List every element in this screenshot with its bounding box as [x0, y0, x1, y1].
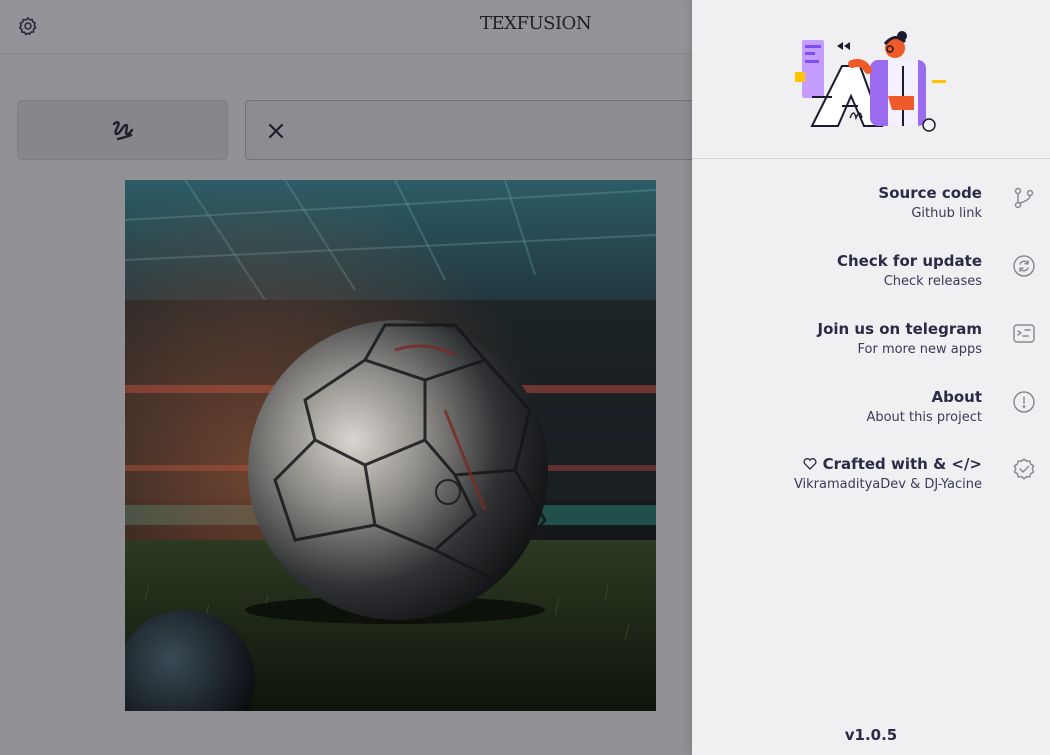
- side-drawer: Source code Github link Check for update…: [692, 0, 1050, 755]
- refresh-icon: [1012, 254, 1036, 278]
- generated-image: [125, 180, 656, 711]
- check-update-link[interactable]: Check for update Check releases: [692, 252, 1050, 308]
- credits-title-text: Crafted with & </>: [822, 455, 982, 473]
- menu-item-title: Crafted with & </>: [803, 455, 982, 473]
- menu-item-subtitle: Github link: [911, 206, 982, 221]
- clear-prompt-button[interactable]: [262, 117, 290, 145]
- gear-icon: [18, 17, 37, 36]
- app-brand: TEXFUSION: [480, 13, 592, 34]
- app-version: v1.0.5: [844, 726, 898, 744]
- source-code-link[interactable]: Source code Github link: [692, 184, 1050, 240]
- credits-link[interactable]: Crafted with & </> VikramadityaDev & DJ-…: [692, 455, 1050, 511]
- badge-check-icon: [1012, 457, 1036, 481]
- scribble-icon: [112, 121, 133, 141]
- info-icon: [1012, 390, 1036, 414]
- message-icon: [1012, 322, 1036, 346]
- prompt-input[interactable]: [302, 111, 692, 149]
- menu-item-title: Join us on telegram: [817, 320, 982, 338]
- menu-item-title: About: [931, 388, 982, 406]
- git-branch-icon: [1012, 186, 1036, 210]
- menu-item-subtitle: Check releases: [883, 274, 982, 289]
- close-icon: [268, 123, 284, 139]
- ai-illustration-icon: [795, 31, 946, 132]
- soccer-ball-image: [125, 180, 656, 711]
- prompt-mode-button[interactable]: [17, 100, 228, 160]
- drawer-header: [692, 0, 1050, 159]
- prompt-field: [245, 100, 705, 160]
- settings-button[interactable]: [14, 13, 42, 41]
- about-link[interactable]: About About this project: [692, 388, 1050, 444]
- heart-icon: [803, 458, 817, 470]
- menu-item-title: Source code: [878, 184, 982, 202]
- menu-item-subtitle: VikramadityaDev & DJ-Yacine: [793, 477, 982, 492]
- menu-item-subtitle: About this project: [866, 410, 982, 425]
- menu-item-subtitle: For more new apps: [857, 342, 983, 357]
- telegram-link[interactable]: Join us on telegram For more new apps: [692, 320, 1050, 376]
- menu-item-title: Check for update: [836, 252, 982, 270]
